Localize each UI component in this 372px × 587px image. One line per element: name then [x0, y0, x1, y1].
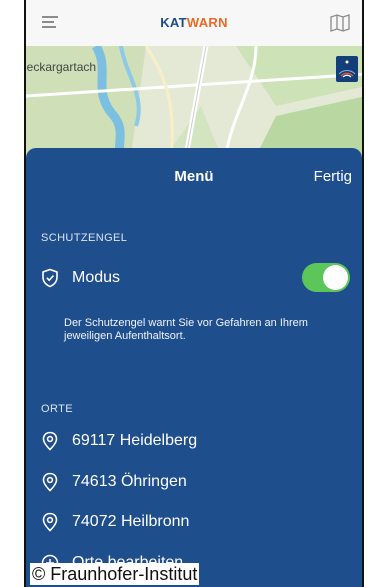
location-pin-icon: [42, 472, 58, 492]
place-label: 69117 Heidelberg: [72, 432, 198, 449]
map-view[interactable]: leckargartach: [26, 46, 362, 156]
map-place-label: leckargartach: [26, 60, 97, 74]
location-pin-icon: [42, 431, 58, 451]
app-logo: KATWARN: [26, 15, 362, 30]
section-header-guardian: SCHUTZENGEL: [41, 232, 128, 244]
warning-radar-button[interactable]: [336, 56, 358, 82]
radar-icon: [338, 60, 356, 78]
map-icon[interactable]: [330, 14, 350, 32]
done-button[interactable]: Fertig: [314, 168, 352, 185]
menu-title: Menü: [174, 168, 214, 185]
top-bar: KATWARN: [26, 0, 362, 47]
place-item-heidelberg[interactable]: 69117 Heidelberg: [41, 426, 348, 456]
brand-part-warn: WARN: [186, 15, 228, 30]
app-frame: KATWARN leckargartach Menü Fertig SCHUTZ…: [24, 0, 364, 587]
guardian-mode-label: Modus: [72, 269, 121, 286]
place-label: 74072 Heilbronn: [72, 513, 190, 530]
place-label: 74613 Öhringen: [72, 473, 187, 490]
copyright-watermark: © Fraunhofer-Institut: [30, 563, 200, 585]
section-header-places: ORTE: [41, 403, 73, 415]
guardian-mode-toggle[interactable]: [302, 263, 350, 292]
place-item-heilbronn[interactable]: 74072 Heilbronn: [41, 507, 348, 537]
location-pin-icon: [42, 512, 58, 532]
menu-sheet: Menü Fertig SCHUTZENGEL Modus Der Schutz…: [26, 148, 362, 587]
shield-check-icon: [42, 268, 58, 288]
guardian-description: Der Schutzengel warnt Sie vor Gefahren a…: [64, 317, 308, 342]
brand-part-kat: KAT: [160, 15, 187, 30]
toggle-knob: [323, 265, 348, 290]
place-item-oehringen[interactable]: 74613 Öhringen: [41, 467, 348, 497]
